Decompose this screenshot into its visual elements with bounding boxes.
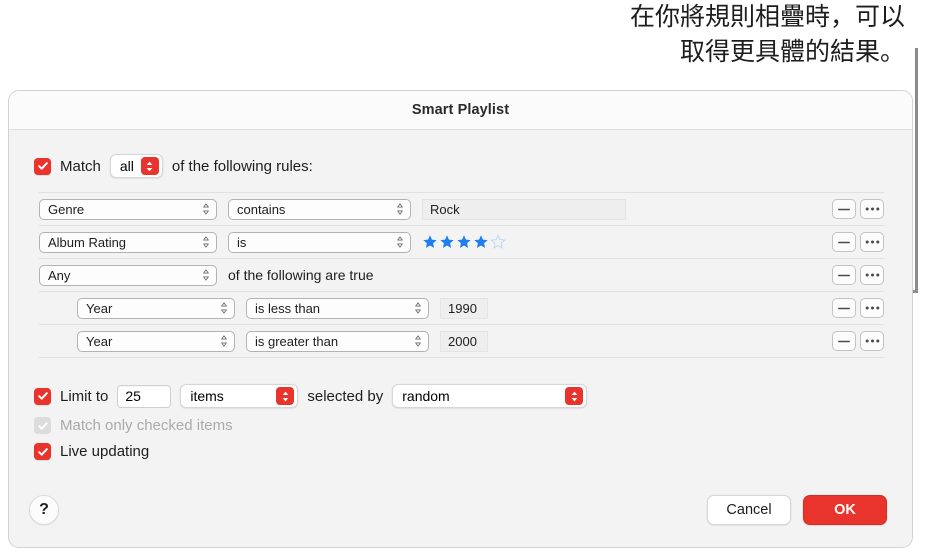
rule-value-wrapper: 2000 xyxy=(440,331,488,352)
footer-actions: Cancel OK xyxy=(707,495,887,525)
rules-list: Genre contains Rock Album Rating is Any of the… xyxy=(39,192,884,358)
options-section: Limit to 25 items selected by random xyxy=(34,384,587,469)
rule-operator-value: is less than xyxy=(255,301,320,316)
annotation-callout-text: 在你將規則相疊時，可以 取得更具體的結果。 xyxy=(560,0,905,70)
remove-rule-button[interactable] xyxy=(832,298,856,318)
remove-rule-button[interactable] xyxy=(832,232,856,252)
remove-rule-button[interactable] xyxy=(832,331,856,351)
rule-value-wrapper xyxy=(422,234,506,250)
selection-order-selector[interactable]: random xyxy=(392,384,587,408)
annotation-leader-line xyxy=(915,48,918,292)
match-rules-row: Match all of the following rules: xyxy=(34,154,313,178)
rule-field-selector[interactable]: Year xyxy=(77,331,235,352)
limit-to-label: Limit to xyxy=(60,388,108,405)
rule-field-value: Any xyxy=(48,268,70,283)
more-options-button[interactable] xyxy=(860,265,884,285)
rule-row: Album Rating is xyxy=(39,225,884,258)
rating-star[interactable] xyxy=(490,234,506,250)
rule-value-wrapper: Rock xyxy=(422,199,626,220)
dialog-titlebar: Smart Playlist xyxy=(9,91,912,130)
rule-operator-value: is xyxy=(237,235,246,250)
rule-field-value: Year xyxy=(86,334,112,349)
remove-rule-button[interactable] xyxy=(832,199,856,219)
selection-order-value: random xyxy=(402,388,449,404)
rule-operator-value: contains xyxy=(237,202,285,217)
rule-operator-selector[interactable]: is greater than xyxy=(246,331,429,352)
live-updating-checkbox[interactable] xyxy=(34,443,51,460)
rating-star[interactable] xyxy=(422,234,438,250)
rule-trailing-label: of the following are true xyxy=(228,267,374,283)
cancel-button[interactable]: Cancel xyxy=(707,495,791,525)
rule-field-selector[interactable]: Genre xyxy=(39,199,217,220)
question-mark-icon: ? xyxy=(39,501,49,519)
rule-value-input[interactable]: 2000 xyxy=(440,331,488,352)
rule-field-selector[interactable]: Any xyxy=(39,265,217,286)
ok-button[interactable]: OK xyxy=(803,495,887,525)
rule-actions xyxy=(832,331,884,351)
match-only-checked-row: Match only checked items xyxy=(34,417,587,434)
chevron-updown-icon xyxy=(141,157,159,175)
limit-unit-value: items xyxy=(190,388,223,404)
limit-to-checkbox[interactable] xyxy=(34,388,51,405)
rule-operator-selector[interactable]: is less than xyxy=(246,298,429,319)
match-label: Match xyxy=(60,158,101,175)
rule-row: Genre contains Rock xyxy=(39,192,884,225)
rule-field-value: Genre xyxy=(48,202,84,217)
rule-actions xyxy=(832,265,884,285)
rule-field-value: Album Rating xyxy=(48,235,126,250)
rule-operator-selector[interactable]: is xyxy=(228,232,411,253)
limit-unit-selector[interactable]: items xyxy=(180,384,298,408)
selected-by-label: selected by xyxy=(307,388,383,405)
remove-rule-button[interactable] xyxy=(832,265,856,285)
match-type-selector[interactable]: all xyxy=(110,154,163,178)
rating-stars[interactable] xyxy=(422,234,506,250)
match-checkbox[interactable] xyxy=(34,158,51,175)
live-updating-label: Live updating xyxy=(60,443,149,460)
chevron-updown-icon xyxy=(276,387,294,405)
live-updating-row: Live updating xyxy=(34,443,587,460)
dialog-title: Smart Playlist xyxy=(412,102,509,118)
match-only-checked-label: Match only checked items xyxy=(60,417,233,434)
rule-field-selector[interactable]: Year xyxy=(77,298,235,319)
rule-row: Any of the following are true xyxy=(39,258,884,291)
rule-actions xyxy=(832,232,884,252)
ok-button-label: OK xyxy=(834,502,856,518)
rule-row: Year is less than 1990 xyxy=(39,291,884,324)
rule-value-input[interactable]: 1990 xyxy=(440,298,488,319)
rule-field-value: Year xyxy=(86,301,112,316)
limit-amount-input[interactable]: 25 xyxy=(117,385,171,408)
rule-actions xyxy=(832,298,884,318)
dialog-footer: ? Cancel OK xyxy=(9,485,912,547)
rating-star[interactable] xyxy=(439,234,455,250)
more-options-button[interactable] xyxy=(860,298,884,318)
help-button[interactable]: ? xyxy=(29,495,59,525)
rule-value-input[interactable]: Rock xyxy=(422,199,626,220)
match-suffix-label: of the following rules: xyxy=(172,158,313,175)
cancel-button-label: Cancel xyxy=(726,502,771,518)
match-only-checked-checkbox xyxy=(34,417,51,434)
rating-star[interactable] xyxy=(473,234,489,250)
limit-to-row: Limit to 25 items selected by random xyxy=(34,384,587,408)
rating-star[interactable] xyxy=(456,234,472,250)
rule-actions xyxy=(832,199,884,219)
rule-operator-value: is greater than xyxy=(255,334,338,349)
chevron-updown-icon xyxy=(565,387,583,405)
more-options-button[interactable] xyxy=(860,199,884,219)
match-type-value: all xyxy=(120,158,134,174)
rule-operator-selector[interactable]: contains xyxy=(228,199,411,220)
more-options-button[interactable] xyxy=(860,331,884,351)
smart-playlist-dialog: Smart Playlist Match all of the followin… xyxy=(8,90,913,548)
rule-field-selector[interactable]: Album Rating xyxy=(39,232,217,253)
more-options-button[interactable] xyxy=(860,232,884,252)
rule-value-wrapper: 1990 xyxy=(440,298,488,319)
rule-row: Year is greater than 2000 xyxy=(39,324,884,358)
